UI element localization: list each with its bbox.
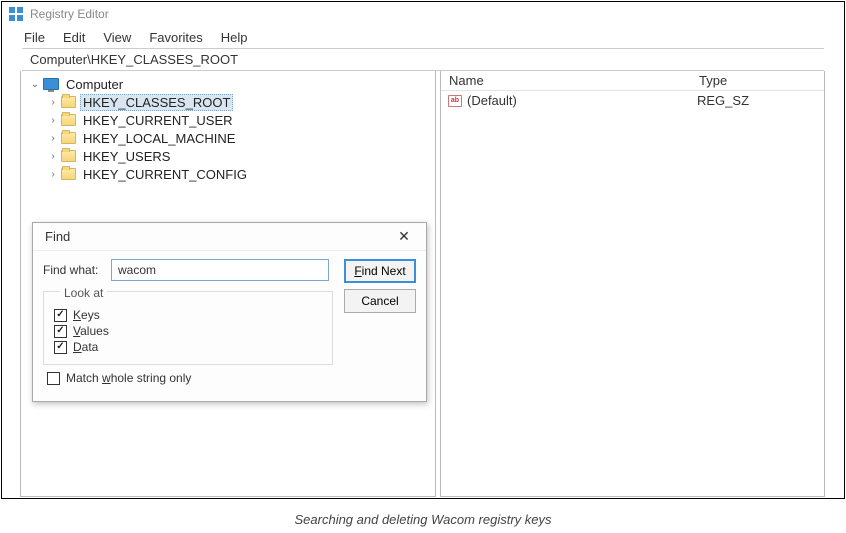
look-at-group: Look at Keys Values Data xyxy=(43,291,333,365)
checkbox-match-row[interactable]: Match whole string only xyxy=(47,371,416,385)
value-type: REG_SZ xyxy=(697,93,749,108)
look-at-legend: Look at xyxy=(60,286,107,300)
expand-icon[interactable]: ⌄ xyxy=(29,78,41,90)
string-value-icon: ab xyxy=(447,94,463,108)
chevron-right-icon[interactable]: › xyxy=(47,168,59,180)
caption: Searching and deleting Wacom registry ke… xyxy=(0,512,846,527)
app-icon xyxy=(8,6,24,22)
tree-item[interactable]: › HKEY_LOCAL_MACHINE xyxy=(21,129,435,147)
address-bar[interactable]: Computer\HKEY_CLASSES_ROOT xyxy=(22,48,824,71)
tree-item-label: HKEY_CURRENT_CONFIG xyxy=(80,167,250,182)
tree-item[interactable]: › HKEY_CURRENT_CONFIG xyxy=(21,165,435,183)
dialog-body: Find what: Find Next Cancel Look at Keys… xyxy=(33,251,426,401)
tree-item-label: HKEY_LOCAL_MACHINE xyxy=(80,131,238,146)
column-type[interactable]: Type xyxy=(691,71,735,90)
chevron-right-icon[interactable]: › xyxy=(47,114,59,126)
computer-icon xyxy=(43,78,59,90)
folder-icon xyxy=(61,96,76,108)
close-icon[interactable]: ✕ xyxy=(390,227,418,247)
find-what-input[interactable] xyxy=(111,259,329,281)
checkbox-values[interactable] xyxy=(54,325,67,338)
dialog-title: Find xyxy=(45,229,70,244)
column-name[interactable]: Name xyxy=(441,71,691,90)
menu-view[interactable]: View xyxy=(103,30,131,45)
tree-item-label: HKEY_USERS xyxy=(80,149,173,164)
chevron-right-icon[interactable]: › xyxy=(47,150,59,162)
window-title: Registry Editor xyxy=(30,7,109,21)
menu-file[interactable]: File xyxy=(24,30,45,45)
registry-editor-window: Registry Editor File Edit View Favorites… xyxy=(1,1,845,499)
checkbox-keys-row[interactable]: Keys xyxy=(54,308,322,322)
checkbox-data-label: Data xyxy=(73,340,98,354)
menu-favorites[interactable]: Favorites xyxy=(149,30,202,45)
cancel-button[interactable]: Cancel xyxy=(344,289,416,313)
checkbox-data[interactable] xyxy=(54,341,67,354)
checkbox-match-label: Match whole string only xyxy=(66,371,191,385)
tree-item[interactable]: › HKEY_CURRENT_USER xyxy=(21,111,435,129)
checkbox-keys[interactable] xyxy=(54,309,67,322)
folder-icon xyxy=(61,132,76,144)
checkbox-match[interactable] xyxy=(47,372,60,385)
menubar: File Edit View Favorites Help xyxy=(2,26,844,48)
list-header: Name Type xyxy=(441,71,824,91)
tree-item-label: HKEY_CURRENT_USER xyxy=(80,113,236,128)
tree-item[interactable]: › HKEY_USERS xyxy=(21,147,435,165)
value-name: (Default) xyxy=(467,93,697,108)
chevron-right-icon[interactable]: › xyxy=(47,132,59,144)
tree-item-label: HKEY_CLASSES_ROOT xyxy=(80,94,233,111)
find-next-rest: ind Next xyxy=(362,264,406,278)
checkbox-keys-label: Keys xyxy=(73,308,100,322)
folder-icon xyxy=(61,150,76,162)
chevron-right-icon[interactable]: › xyxy=(47,96,59,108)
find-what-label: Find what: xyxy=(43,263,103,277)
tree-item[interactable]: › HKEY_CLASSES_ROOT xyxy=(21,93,435,111)
checkbox-data-row[interactable]: Data xyxy=(54,340,322,354)
dialog-titlebar[interactable]: Find ✕ xyxy=(33,223,426,251)
find-dialog: Find ✕ Find what: Find Next Cancel Look … xyxy=(32,222,427,402)
menu-help[interactable]: Help xyxy=(221,30,248,45)
folder-icon xyxy=(61,114,76,126)
list-row[interactable]: ab (Default)REG_SZ xyxy=(441,91,824,110)
titlebar: Registry Editor xyxy=(2,2,844,26)
list-view[interactable]: Name Type ab (Default)REG_SZ xyxy=(440,71,825,497)
find-next-button[interactable]: Find Next xyxy=(344,259,416,283)
tree-root-row[interactable]: ⌄ Computer xyxy=(21,75,435,93)
checkbox-values-label: Values xyxy=(73,324,109,338)
tree-root-label: Computer xyxy=(63,77,126,92)
folder-icon xyxy=(61,168,76,180)
menu-edit[interactable]: Edit xyxy=(63,30,85,45)
checkbox-values-row[interactable]: Values xyxy=(54,324,322,338)
